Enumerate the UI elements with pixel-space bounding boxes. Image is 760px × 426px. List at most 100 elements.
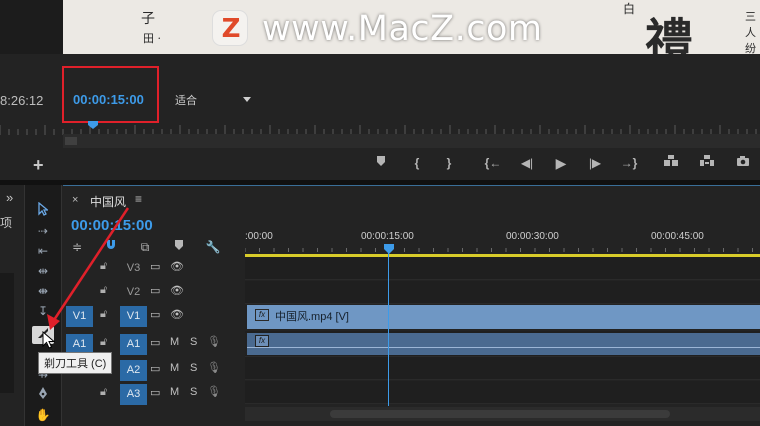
track-header-a3: 🔓︎ A3 ▭ M S 🎙︎: [66, 382, 244, 405]
frame-glyph: 纷: [745, 42, 756, 54]
track-name[interactable]: V1: [120, 306, 147, 327]
lock-icon[interactable]: 🔓︎: [100, 260, 107, 273]
audio-waveform: [247, 347, 760, 348]
pen-tool-icon[interactable]: [32, 386, 54, 404]
timeline-scrollbar[interactable]: [245, 407, 760, 421]
track-name[interactable]: A2: [120, 360, 147, 381]
tab-sequence[interactable]: 中国风: [90, 193, 126, 210]
track-header-v1: V1 🔓︎ V1 ▭ 👁︎: [66, 304, 244, 327]
monitor-playhead[interactable]: [88, 121, 98, 129]
step-forward-icon[interactable]: |▶: [584, 152, 606, 174]
nest-icon[interactable]: ≑: [68, 239, 86, 255]
play-icon[interactable]: ▶: [550, 152, 572, 174]
monitor-zoom-scrollbar[interactable]: [63, 134, 760, 148]
ruler-label: 00:00:15:00: [361, 231, 414, 242]
frame-glyph: 白: [623, 2, 636, 16]
menu-icon[interactable]: ≡: [135, 192, 142, 206]
sync-lock-icon[interactable]: ▭: [150, 284, 160, 297]
mute-button[interactable]: M: [170, 386, 179, 398]
sync-lock-icon[interactable]: ▭: [150, 308, 160, 321]
sync-lock-icon[interactable]: ▭: [150, 336, 160, 349]
playhead-line[interactable]: [388, 252, 389, 406]
source-timecode: 8:26:12: [0, 93, 44, 108]
sync-lock-icon[interactable]: ▭: [150, 386, 160, 399]
timeline-playhead[interactable]: [384, 244, 394, 254]
track-name[interactable]: V3: [120, 258, 147, 279]
track-header-v3: 🔓︎ V3 ▭ 👁︎: [66, 256, 244, 279]
linked-selection-icon[interactable]: ⧉: [136, 239, 154, 255]
rate-stretch-tool-icon[interactable]: ⇼: [32, 282, 54, 300]
lock-icon[interactable]: 🔓︎: [100, 336, 107, 349]
lock-icon[interactable]: 🔓︎: [100, 386, 107, 399]
fx-badge: fx: [255, 309, 269, 321]
solo-button[interactable]: S: [190, 362, 197, 374]
track-lane-v3[interactable]: [245, 257, 760, 280]
watermark-text: www.MacZ.com: [262, 9, 543, 49]
project-panel-label: 项: [0, 216, 13, 230]
rolling-edit-tool-icon[interactable]: ⇹: [32, 262, 54, 280]
ripple-edit-tool-icon[interactable]: ⇤: [32, 242, 54, 260]
scrollbar-thumb[interactable]: [65, 137, 77, 145]
track-lane-a2[interactable]: [245, 357, 760, 380]
go-to-out-icon[interactable]: →}: [618, 152, 640, 174]
sync-lock-icon[interactable]: ▭: [150, 362, 160, 375]
track-name[interactable]: V2: [120, 282, 147, 303]
track-select-tool-icon[interactable]: ⇢: [32, 222, 54, 240]
panel-overflow-button[interactable]: »: [6, 190, 13, 205]
monitor-left-strip: [0, 0, 63, 54]
razor-tool-tooltip: 剃刀工具 (C): [38, 352, 113, 374]
extract-icon[interactable]: [696, 152, 718, 174]
mute-button[interactable]: M: [170, 362, 179, 374]
snap-icon[interactable]: [102, 239, 120, 255]
frame-glyph: 人: [745, 26, 756, 39]
audio-clip[interactable]: fx: [245, 333, 760, 355]
close-icon[interactable]: ×: [72, 194, 78, 206]
lock-icon[interactable]: 🔓︎: [100, 284, 107, 297]
mark-out-icon[interactable]: }: [438, 152, 460, 174]
wrench-icon[interactable]: 🔧: [204, 239, 222, 255]
add-marker-icon[interactable]: [370, 152, 392, 174]
add-marker-icon[interactable]: [170, 239, 188, 255]
watermark-logo: Z: [212, 10, 248, 46]
mouse-cursor-icon: [42, 331, 56, 349]
microphone-icon[interactable]: 🎙︎: [207, 361, 221, 374]
ruler-label: :00:00: [245, 231, 273, 242]
eye-icon[interactable]: 👁︎: [170, 260, 184, 273]
slip-tool-icon[interactable]: ↧: [32, 302, 54, 320]
track-lane-a3[interactable]: [245, 381, 760, 404]
timeline-ruler[interactable]: :00:00 00:00:15:00 00:00:30:00 00:00:45:…: [245, 226, 760, 256]
solo-button[interactable]: S: [190, 386, 197, 398]
fit-zoom-select[interactable]: 适合: [175, 92, 255, 108]
solo-button[interactable]: S: [190, 336, 197, 348]
tools-panel: ⇢ ⇤ ⇹ ⇼ ↧ ⇸ ✋: [24, 185, 62, 426]
mark-in-icon[interactable]: {: [406, 152, 428, 174]
eye-icon[interactable]: 👁︎: [170, 308, 184, 321]
lock-icon[interactable]: 🔓︎: [100, 308, 107, 321]
frame-glyph: 子: [141, 11, 155, 27]
hand-tool-icon[interactable]: ✋: [32, 406, 54, 424]
add-button[interactable]: +: [33, 155, 44, 176]
microphone-icon[interactable]: 🎙︎: [207, 335, 221, 348]
track-name[interactable]: A1: [120, 334, 147, 355]
go-to-in-icon[interactable]: {←: [482, 152, 504, 174]
ruler-label: 00:00:45:00: [651, 231, 704, 242]
eye-icon[interactable]: 👁︎: [170, 284, 184, 297]
selection-tool-icon[interactable]: [32, 201, 54, 220]
ruler-ticks: [245, 248, 753, 252]
video-clip[interactable]: fx 中国风.mp4 [V]: [245, 305, 760, 329]
track-name[interactable]: A3: [120, 384, 147, 405]
sync-lock-icon[interactable]: ▭: [150, 260, 160, 273]
project-panel-content: [0, 273, 14, 393]
track-lane-v2[interactable]: [245, 281, 760, 304]
step-back-icon[interactable]: ◀|: [516, 152, 538, 174]
source-patch-v1[interactable]: V1: [66, 306, 93, 327]
annotation-highlight-box: [62, 66, 159, 123]
scrollbar-thumb[interactable]: [330, 410, 670, 418]
frame-glyph-large: 禮: [645, 14, 694, 54]
frame-glyph: 三: [745, 10, 756, 23]
microphone-icon[interactable]: 🎙︎: [207, 385, 221, 398]
export-frame-icon[interactable]: [732, 152, 754, 174]
lift-icon[interactable]: [660, 152, 682, 174]
timeline-timecode[interactable]: 00:00:15:00: [71, 217, 153, 234]
mute-button[interactable]: M: [170, 336, 179, 348]
